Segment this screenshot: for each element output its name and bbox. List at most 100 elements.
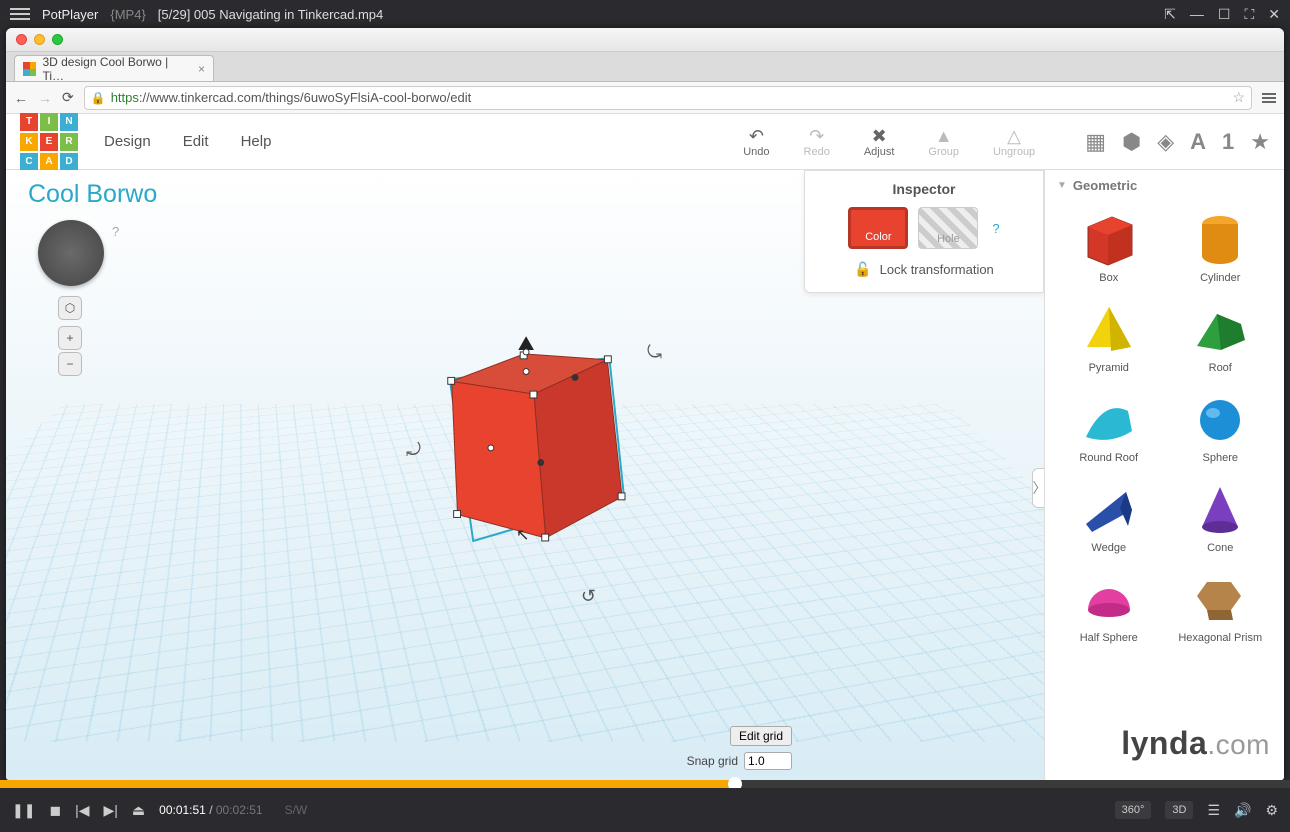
browser-tab[interactable]: 3D design Cool Borwo | Ti… × [14,55,214,81]
menu-edit[interactable]: Edit [177,129,215,154]
orbit-control[interactable] [38,220,104,286]
chrome-menu-icon[interactable] [1262,93,1276,103]
project-title[interactable]: Cool Borwo [28,180,157,209]
favorite-star-icon[interactable]: ★ [1250,129,1270,155]
workplane-canvas[interactable]: Cool Borwo ? ⬡ + − [6,170,1044,780]
lock-transformation-toggle[interactable]: 🔓 Lock transformation [819,261,1029,278]
edit-grid-button[interactable]: Edit grid [730,726,792,746]
progress-scrubber[interactable] [0,780,1290,788]
close-icon[interactable]: ✕ [1268,6,1280,23]
text-tool-icon[interactable]: A [1190,129,1206,155]
minimize-icon[interactable]: — [1190,6,1204,23]
zoom-in-button[interactable]: + [58,326,82,350]
shape-pyramid[interactable]: Pyramid [1055,294,1163,378]
render-mode[interactable]: S/W [285,803,308,817]
inspector-color-swatch[interactable]: Color [848,207,908,249]
shape-round-roof[interactable]: Round Roof [1055,384,1163,468]
mac-close-icon[interactable] [16,34,27,45]
time-display: 00:01:51 / 00:02:51 [159,803,262,817]
rotate-handle-left-icon[interactable]: ⤾ [406,440,421,461]
rotate-handle-top-icon[interactable]: ⤿ [647,342,662,363]
potplayer-titlebar: PotPlayer {MP4} [5/29] 005 Navigating in… [0,0,1290,28]
shape-cylinder[interactable]: Cylinder [1167,204,1275,288]
format-badge: {MP4} [110,7,145,22]
group-button[interactable]: ▲Group [928,126,959,158]
inspector-hole-swatch[interactable]: Hole [918,207,978,249]
lock-icon: 🔒 [91,91,106,105]
shape-sphere[interactable]: Sphere [1167,384,1275,468]
browser-tabstrip: 3D design Cool Borwo | Ti… × [6,52,1284,82]
shape-box[interactable]: Box [1055,204,1163,288]
help-hint-icon[interactable]: ? [112,224,119,239]
undo-icon: ↶ [749,126,764,146]
ungroup-button[interactable]: △Ungroup [993,126,1035,158]
shape-wedge[interactable]: Wedge [1055,474,1163,558]
file-title: [5/29] 005 Navigating in Tinkercad.mp4 [158,7,383,22]
fullscreen-icon[interactable]: ⛶ [1244,6,1254,23]
tinkercad-logo[interactable]: TIN KER CAD [20,113,78,171]
unlock-icon: 🔓 [854,261,871,278]
zoom-out-button[interactable]: − [58,352,82,376]
inspector-panel: Inspector Color Hole ? 🔓 Lock transforma… [804,170,1044,293]
shape-cone[interactable]: Cone [1167,474,1275,558]
eject-button[interactable]: ⏏ [132,802,145,819]
lynda-watermark: lynda.com [1121,725,1270,762]
mac-zoom-icon[interactable] [52,34,63,45]
snap-grid-label: Snap grid [687,754,738,768]
hamburger-icon[interactable] [10,8,30,20]
next-button[interactable]: ▶| [104,802,118,819]
adjust-button[interactable]: ✖Adjust [864,126,895,158]
snap-grid-input[interactable] [744,752,792,770]
settings-gear-icon[interactable]: ⚙ [1265,802,1278,819]
inspector-help-icon[interactable]: ? [992,221,999,236]
group-icon: ▲ [935,126,953,146]
shapes-category-header[interactable]: ▼ Geometric [1045,170,1284,200]
forward-icon[interactable]: → [38,90,52,106]
view-cube-icon[interactable]: ⬢ [1122,129,1141,155]
number-tool-icon[interactable]: 1 [1222,129,1234,155]
shapes-panel: ▼ Geometric Box Cylinder Pyramid Roof Ro… [1044,170,1284,780]
browser-toolbar: ← → ⟳ 🔒 https ://www.tinkercad.com/thing… [6,82,1284,114]
player-control-bar: ❚❚ ◼ |◀ ▶| ⏏ 00:01:51 / 00:02:51 S/W 360… [0,788,1290,832]
favicon-icon [23,62,36,76]
badge-360[interactable]: 360° [1115,801,1152,819]
mac-window-bar [6,28,1284,52]
tab-title: 3D design Cool Borwo | Ti… [42,55,187,83]
undo-button[interactable]: ↶Undo [743,126,769,158]
video-content: 3D design Cool Borwo | Ti… × ← → ⟳ 🔒 htt… [6,28,1284,780]
volume-icon[interactable]: 🔊 [1234,802,1251,819]
home-view-button[interactable]: ⬡ [58,296,82,320]
chevron-down-icon: ▼ [1057,180,1067,191]
url-rest: ://www.tinkercad.com/things/6uwoSyFlsiA-… [139,90,471,105]
workplane-icon[interactable]: ▦ [1085,129,1106,155]
inspector-title: Inspector [819,181,1029,197]
badge-3d[interactable]: 3D [1165,801,1193,819]
tinkercad-header: TIN KER CAD Design Edit Help ↶Undo ↷Redo… [6,114,1284,170]
view-iso-icon[interactable]: ◈ [1157,129,1174,155]
stop-button[interactable]: ◼ [49,802,61,819]
shape-hex-prism[interactable]: Hexagonal Prism [1167,564,1275,648]
maximize-icon[interactable]: ☐ [1218,6,1231,23]
shape-half-sphere[interactable]: Half Sphere [1055,564,1163,648]
mac-minimize-icon[interactable] [34,34,45,45]
menu-design[interactable]: Design [98,129,157,154]
playlist-icon[interactable]: ☰ [1207,802,1220,819]
app-name: PotPlayer [42,7,98,22]
tab-close-icon[interactable]: × [198,62,205,76]
adjust-icon: ✖ [872,126,887,146]
menu-help[interactable]: Help [235,129,278,154]
back-icon[interactable]: ← [14,90,28,106]
play-pause-button[interactable]: ❚❚ [12,802,35,819]
shapes-grid: Box Cylinder Pyramid Roof Round Roof Sph… [1045,200,1284,652]
pin-icon[interactable]: ⇱ [1164,6,1176,23]
shape-roof[interactable]: Roof [1167,294,1275,378]
redo-button[interactable]: ↷Redo [804,126,830,158]
rotate-handle-bottom-icon[interactable]: ↺ [581,586,596,607]
url-scheme: https [111,90,139,105]
grid-controls: Edit grid Snap grid [687,726,792,770]
selected-shape-box[interactable]: ⤾ ⤿ ↺ ↖ [426,350,636,585]
bookmark-star-icon[interactable]: ☆ [1232,89,1245,106]
address-bar[interactable]: 🔒 https ://www.tinkercad.com/things/6uwo… [84,86,1252,110]
reload-icon[interactable]: ⟳ [62,89,74,106]
prev-button[interactable]: |◀ [75,802,89,819]
